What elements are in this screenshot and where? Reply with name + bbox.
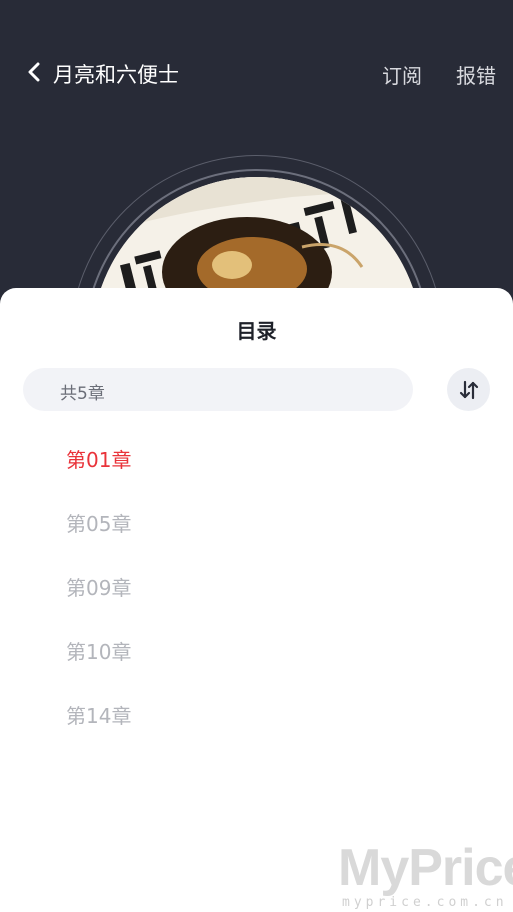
subscribe-button[interactable]: 订阅 [382,60,422,89]
sort-arrows-icon [459,380,479,400]
catalog-sheet: 目录 共5章 第01章 第05章 第09章 第10章 第14章 [0,288,513,912]
chapter-count-bar: 共5章 [23,368,413,411]
chapter-item[interactable]: 第05章 [66,508,131,537]
watermark-url: myprice.com.cn [342,895,508,910]
chapter-item[interactable]: 第01章 [66,444,131,473]
report-error-button[interactable]: 报错 [456,60,496,89]
watermark-logo: MyPrice [338,839,513,897]
chapter-count: 共5章 [60,384,105,404]
watermark: MyPrice myprice.com.cn [338,838,513,912]
chevron-left-icon[interactable] [24,62,44,82]
chapter-item[interactable]: 第09章 [66,572,131,601]
nav-bar: 月亮和六便士 订阅 报错 [0,50,513,94]
chapter-item[interactable]: 第14章 [66,700,131,729]
catalog-title: 目录 [236,319,277,343]
sort-order-button[interactable] [447,368,490,411]
chapter-item[interactable]: 第10章 [66,636,131,665]
book-title: 月亮和六便士 [53,63,179,87]
